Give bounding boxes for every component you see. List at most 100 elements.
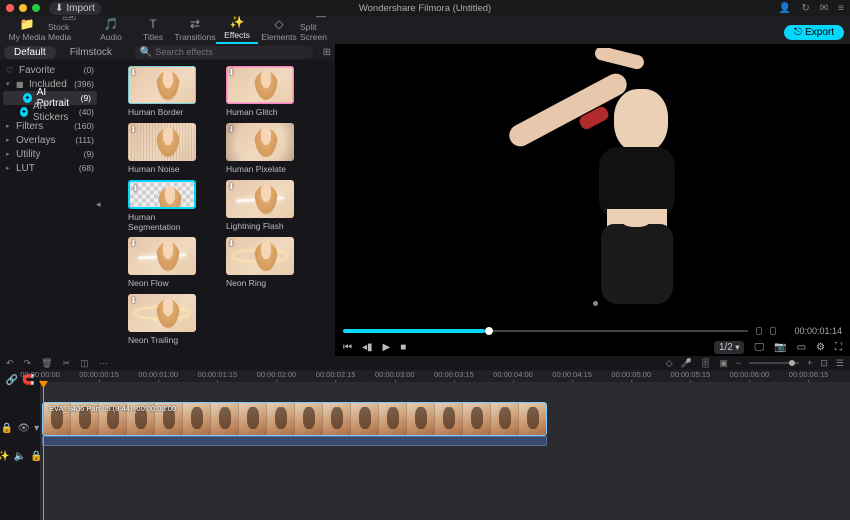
- effect-neon-trailing[interactable]: ⬇Neon Trailing: [128, 294, 196, 346]
- mute-icon[interactable]: 🔈: [14, 451, 26, 462]
- import-button[interactable]: ⬇ Import: [49, 2, 101, 15]
- maximize-icon[interactable]: [32, 4, 40, 12]
- download-icon: ⬇: [55, 3, 63, 14]
- effect-neon-ring[interactable]: ⬇Neon Ring: [226, 237, 294, 289]
- sidebar-item-ar-stickers[interactable]: ✦AR Stickers(40): [0, 105, 100, 119]
- tab-my-media[interactable]: 📁My Media: [6, 17, 48, 44]
- clip-display-icon[interactable]: ▭: [797, 342, 806, 353]
- export-icon: ⎋: [794, 27, 802, 38]
- link-icon[interactable]: 🔗: [6, 375, 18, 386]
- preview-viewport[interactable]: [339, 48, 846, 320]
- effect-human-border[interactable]: ⬇Human Border: [128, 66, 196, 118]
- marker-icon[interactable]: ◇: [666, 358, 673, 369]
- ruler-tick: 00:00:01:15: [198, 370, 238, 379]
- timeline-toolbar: ↶ ↷ 🗑 ✂ ◫ ⋯ ◇ 🎤 🎚 ▣ − + ⊡ ☰: [0, 356, 850, 370]
- crop-icon[interactable]: ◫: [80, 358, 89, 369]
- quality-icon[interactable]: ⚙: [816, 342, 825, 353]
- stop-icon[interactable]: ■: [400, 342, 406, 353]
- mark-in-icon[interactable]: [756, 327, 762, 335]
- playhead[interactable]: [43, 382, 44, 520]
- menu-icon[interactable]: ≡: [838, 3, 844, 14]
- play-icon[interactable]: ▶: [383, 342, 391, 353]
- preview-content: [483, 59, 703, 309]
- sidebar-item-utility[interactable]: ▸Utility(9): [0, 147, 100, 161]
- ruler-tick: 00:00:06:15: [789, 370, 829, 379]
- sidebar-item-label: LUT: [16, 163, 35, 174]
- ruler-tick: 00:00:02:15: [316, 370, 356, 379]
- search-icon: 🔍: [140, 47, 152, 58]
- audio-mixer-icon[interactable]: 🎚: [700, 358, 711, 369]
- fx-track-icon[interactable]: ✨: [0, 451, 10, 462]
- mark-out-icon[interactable]: [770, 327, 776, 335]
- effect-human-noise[interactable]: ⬇Human Noise: [128, 123, 196, 175]
- titlebar: ⬇ Import Wondershare Filmora (Untitled) …: [0, 0, 850, 16]
- undo-icon[interactable]: ↶: [6, 358, 14, 369]
- preview-scale-select[interactable]: 1/2 ▾: [714, 341, 745, 354]
- effects-sidebar: ♡Favorite(0)▾▦Included(396)✦AI Portrait(…: [0, 60, 100, 356]
- sidebar-item-favorite[interactable]: ♡Favorite(0): [0, 63, 100, 77]
- tab-elements[interactable]: ◇Elements: [258, 17, 300, 44]
- minimize-icon[interactable]: [19, 4, 27, 12]
- close-icon[interactable]: [6, 4, 14, 12]
- zoom-in-icon[interactable]: +: [807, 358, 812, 368]
- library-tab-default[interactable]: Default: [4, 46, 56, 59]
- zoom-slider[interactable]: [749, 362, 799, 364]
- more-icon[interactable]: ⋯: [99, 358, 108, 369]
- tab-effects[interactable]: ✨Effects: [216, 15, 258, 44]
- track-manager-icon[interactable]: ☰: [836, 358, 844, 369]
- library-tab-filmstock[interactable]: Filmstock: [60, 46, 122, 59]
- delete-icon[interactable]: 🗑: [41, 358, 52, 369]
- my-media-icon: 📁: [20, 17, 35, 31]
- chevron-right-icon: ▸: [6, 122, 11, 130]
- mic-record-icon[interactable]: 🎤: [681, 358, 692, 369]
- resize-handle-icon[interactable]: [593, 301, 598, 306]
- chevron-right-icon: ▸: [6, 150, 11, 158]
- collapse-sidebar-icon[interactable]: ◂: [96, 199, 101, 210]
- import-label: Import: [66, 3, 94, 14]
- zoom-out-icon[interactable]: −: [736, 358, 741, 368]
- fullscreen-icon[interactable]: ⛶: [835, 342, 842, 353]
- effect-label: Neon Trailing: [128, 335, 196, 345]
- step-back-icon[interactable]: ⏮: [343, 342, 352, 353]
- export-button[interactable]: ⎋Export: [784, 25, 844, 40]
- download-icon: ⬇: [130, 239, 137, 248]
- titles-icon: T: [149, 17, 156, 31]
- ruler-tick: 00:00:05:00: [611, 370, 651, 379]
- preview-seek-bar[interactable]: [343, 330, 748, 332]
- split-icon[interactable]: ✂: [63, 358, 71, 369]
- redo-icon[interactable]: ↷: [24, 358, 32, 369]
- sidebar-item-count: (111): [75, 135, 94, 145]
- tab-titles[interactable]: TTitles: [132, 17, 174, 44]
- snapshot-icon[interactable]: 📷: [774, 342, 786, 353]
- display-icon[interactable]: 🖵: [754, 342, 764, 353]
- ruler-tick: 00:00:05:15: [671, 370, 711, 379]
- effect-human-pixelate[interactable]: ⬇Human Pixelate: [226, 123, 294, 175]
- tab-transitions[interactable]: ⇄Transitions: [174, 17, 216, 44]
- effect-human-glitch[interactable]: ⬇Human Glitch: [226, 66, 294, 118]
- video-clip[interactable]: EVA_9406 Part 05 (8.44)_00:00:00:00: [42, 402, 547, 436]
- sidebar-item-overlays[interactable]: ▸Overlays(111): [0, 133, 100, 147]
- mail-icon[interactable]: ✉: [820, 3, 828, 14]
- effect-lightning-flash[interactable]: ⬇Lightning Flash: [226, 180, 294, 232]
- search-input[interactable]: 🔍: [134, 46, 313, 59]
- grid-view-icon[interactable]: ⊞: [323, 47, 331, 58]
- track-area[interactable]: EVA_9406 Part 05 (8.44)_00:00:00:00: [40, 382, 850, 520]
- frame-back-icon[interactable]: ◂▮: [362, 342, 373, 353]
- user-icon[interactable]: 👤: [779, 3, 791, 14]
- ruler-tick: 00:00:04:15: [552, 370, 592, 379]
- transitions-icon: ⇄: [190, 17, 200, 31]
- tab-audio[interactable]: 🎵Audio: [90, 17, 132, 44]
- sidebar-item-lut[interactable]: ▸LUT(68): [0, 161, 100, 175]
- visibility-icon[interactable]: 👁: [17, 423, 30, 434]
- collapse-track-icon[interactable]: ▾: [34, 423, 39, 434]
- audio-clip[interactable]: [42, 436, 547, 446]
- refresh-icon[interactable]: ↻: [801, 3, 809, 14]
- search-field[interactable]: [155, 47, 255, 57]
- effect-human-segmentation[interactable]: ⬇Human Segmentation: [128, 180, 196, 232]
- download-icon: ⬇: [228, 239, 235, 248]
- time-ruler[interactable]: 00:00:00:0000:00:00:1500:00:01:0000:00:0…: [40, 370, 850, 382]
- effect-neon-flow[interactable]: ⬇Neon Flow: [128, 237, 196, 289]
- lock-icon[interactable]: 🔒: [1, 423, 13, 434]
- zoom-fit-icon[interactable]: ⊡: [820, 358, 828, 369]
- render-icon[interactable]: ▣: [719, 358, 728, 369]
